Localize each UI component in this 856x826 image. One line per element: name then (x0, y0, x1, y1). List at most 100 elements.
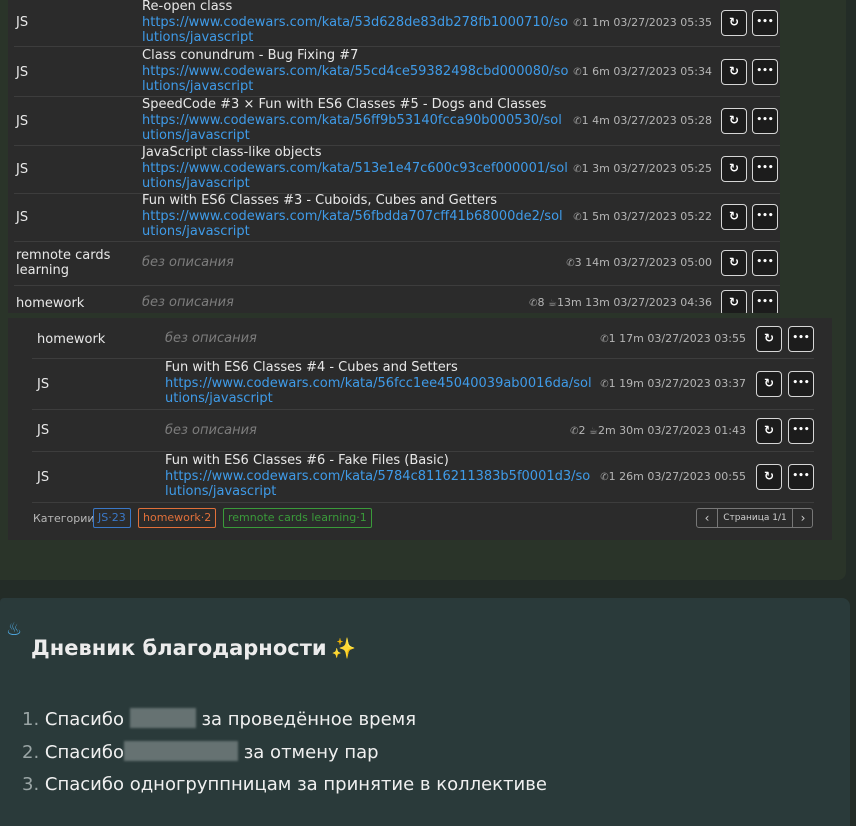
next-page-button[interactable]: › (792, 509, 813, 527)
row-link[interactable]: https://www.codewars.com/kata/56fbdda707… (142, 209, 570, 239)
row-description: без описания (142, 295, 234, 310)
row-title: JavaScript class-like objects (142, 145, 322, 160)
row-duration: 30m (619, 423, 648, 437)
phone-icon: ✆ (573, 67, 582, 78)
row-category: JS (16, 161, 29, 177)
row-link[interactable]: https://www.codewars.com/kata/55cd4ce593… (142, 64, 570, 94)
more-button[interactable]: ••• (788, 464, 814, 490)
phone-icon: ✆ (573, 116, 582, 127)
row-category: JS (16, 64, 29, 80)
table-row: JS Fun with ES6 Classes #4 - Cubes and Se… (32, 359, 814, 410)
refresh-button[interactable]: ↻ (721, 59, 747, 85)
refresh-button[interactable]: ↻ (756, 371, 782, 397)
row-title: Fun with ES6 Classes #3 - Cuboids, Cubes… (142, 193, 498, 208)
call-count: 1 (581, 65, 593, 78)
entries-table: JS Re-open class https://www.codewars.com/… (8, 0, 780, 313)
entries-table-secondary: homework без описания ✆1 17m 03/27/2023 03… (8, 318, 832, 540)
table-row: homework без описания ✆1 17m 03/27/2023 03… (32, 320, 814, 359)
call-count: 2 (578, 423, 589, 437)
call-count: 1 (608, 377, 620, 390)
table-row: JS Fun with ES6 Classes #3 - Cuboids, Cub… (14, 193, 780, 242)
row-link[interactable]: https://www.codewars.com/kata/56fcc1ee45… (165, 376, 593, 406)
row-category: JS (37, 423, 50, 438)
row-link[interactable]: https://www.codewars.com/kata/513e1e47c6… (142, 161, 570, 191)
more-button[interactable]: ••• (752, 59, 778, 85)
refresh-button[interactable]: ↻ (721, 290, 747, 313)
row-category: JS (16, 113, 29, 129)
refresh-button[interactable]: ↻ (721, 108, 747, 134)
sparkles-icon: ✨ (331, 636, 356, 660)
row-timestamp: 03/27/2023 05:35 (613, 15, 712, 29)
more-button[interactable]: ••• (752, 156, 778, 182)
call-count: 1 (581, 114, 593, 127)
more-button[interactable]: ••• (752, 9, 778, 36)
row-link[interactable]: https://www.codewars.com/kata/5784c81162… (165, 469, 593, 499)
refresh-button[interactable]: ↻ (721, 250, 747, 276)
row-title: Fun with ES6 Classes #4 - Cubes and Sett… (165, 360, 458, 375)
table-row: JS SpeedCode #3 × Fun with ES6 Classes #5… (14, 97, 780, 146)
row-meta: ✆1 5m 03/27/2023 05:22 (573, 210, 712, 225)
row-timestamp: 03/27/2023 01:43 (647, 423, 746, 437)
tag-remnote[interactable]: remnote cards learning·1 (223, 508, 372, 528)
more-button[interactable]: ••• (752, 290, 778, 313)
table-row: JS Re-open class https://www.codewars.com/… (14, 0, 780, 47)
row-meta: ✆1 1m 03/27/2023 05:35 (573, 16, 712, 31)
row-description: без описания (165, 331, 257, 346)
more-button[interactable]: ••• (788, 371, 814, 397)
kata-log-panel: JS Re-open class https://www.codewars.com/… (0, 0, 846, 580)
more-button[interactable]: ••• (752, 204, 778, 230)
call-count: 8 (537, 296, 548, 309)
row-duration: 14m (585, 256, 614, 269)
row-link[interactable]: https://www.codewars.com/kata/53d628de83… (142, 15, 570, 45)
table-row: JS Class conundrum - Bug Fixing #7 https:/… (14, 48, 780, 97)
more-button[interactable]: ••• (788, 417, 814, 444)
call-count: 1 (581, 210, 593, 223)
row-link[interactable]: https://www.codewars.com/kata/56ff9b5314… (142, 113, 570, 143)
phone-icon: ✆ (573, 212, 582, 223)
table-row: homework без описания ✆8 ☕13m 13m 03/27/20… (14, 285, 780, 313)
row-meta: ✆2 ☕2m 30m 03/27/2023 01:43 (570, 424, 746, 439)
row-meta: ✆8 ☕13m 13m 03/27/2023 04:36 (529, 296, 712, 311)
row-duration: 26m (619, 470, 648, 483)
row-category: homework (37, 331, 106, 347)
row-title: Re-open class (142, 0, 233, 14)
refresh-button[interactable]: ↻ (721, 9, 747, 36)
break-duration: 13m (556, 296, 586, 309)
tag-js[interactable]: JS·23 (93, 508, 131, 528)
phone-icon: ✆ (573, 164, 582, 175)
tag-homework[interactable]: homework·2 (138, 508, 217, 528)
phone-icon: ✆ (573, 17, 582, 29)
more-button[interactable]: ••• (752, 108, 778, 134)
phone-icon: ✆ (600, 472, 609, 483)
row-timestamp: 03/27/2023 04:36 (613, 296, 712, 309)
prev-page-button[interactable]: ‹ (697, 509, 718, 527)
row-title: Fun with ES6 Classes #6 - Fake Files (Ba… (165, 453, 449, 468)
refresh-button[interactable]: ↻ (721, 204, 747, 230)
row-category: JS (37, 376, 50, 392)
redacted-name (129, 708, 196, 728)
phone-icon: ✆ (566, 258, 575, 269)
gratitude-item: 1. Спасибо за проведённое время (22, 708, 417, 730)
more-button[interactable]: ••• (752, 250, 778, 276)
call-count: 1 (608, 332, 620, 345)
refresh-button[interactable]: ↻ (756, 417, 782, 444)
call-count: 3 (574, 256, 586, 269)
row-description: без описания (165, 422, 257, 438)
row-duration: 19m (619, 377, 648, 390)
refresh-button[interactable]: ↻ (721, 156, 747, 182)
row-category: homework (16, 295, 85, 311)
row-meta: ✆1 26m 03/27/2023 00:55 (600, 470, 746, 485)
row-category: JS (37, 469, 50, 485)
page-indicator: Страница 1/1 (723, 513, 787, 523)
more-button[interactable]: ••• (788, 326, 814, 352)
phone-icon: ✆ (600, 334, 609, 345)
redacted-name (124, 741, 238, 761)
call-count: 1 (581, 162, 593, 175)
row-timestamp: 03/27/2023 05:00 (613, 256, 712, 269)
row-timestamp: 03/27/2023 05:34 (613, 65, 712, 78)
refresh-button[interactable]: ↻ (756, 464, 782, 490)
refresh-button[interactable]: ↻ (756, 326, 782, 352)
row-category: JS (16, 209, 29, 225)
row-title: SpeedCode #3 × Fun with ES6 Classes #5 -… (142, 97, 547, 112)
row-category: remnote cards learning (16, 248, 111, 278)
